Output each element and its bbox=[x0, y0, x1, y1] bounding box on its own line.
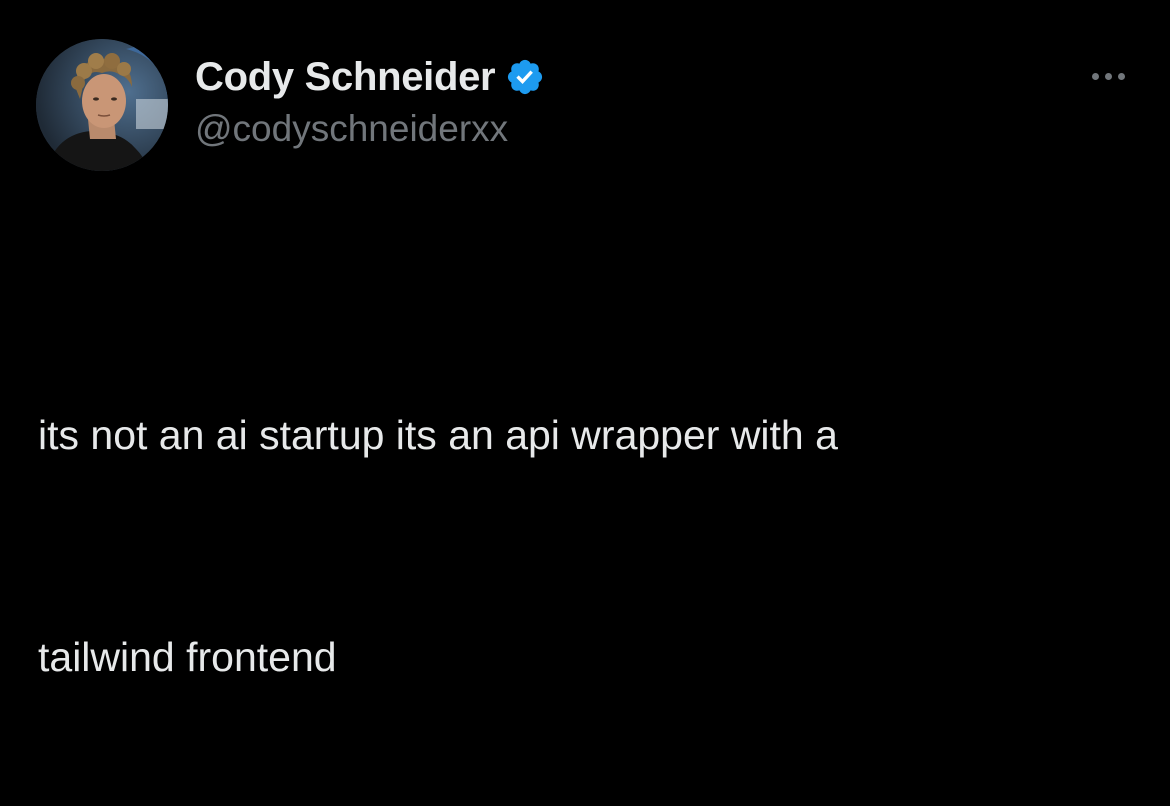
tweet-text-line: its not an ai startup its an api wrapper… bbox=[38, 412, 838, 458]
author-handle[interactable]: @codyschneiderxx bbox=[195, 108, 508, 150]
tweet-text: its not an ai startup its an api wrapper… bbox=[38, 250, 1128, 806]
more-horizontal-icon bbox=[1091, 72, 1125, 80]
tweet-card: Cody Schneider @codyschneiderxx its not … bbox=[0, 0, 1170, 680]
verified-badge-icon[interactable] bbox=[505, 57, 545, 97]
avatar-photo-icon bbox=[36, 39, 168, 171]
author-display-name[interactable]: Cody Schneider bbox=[195, 55, 496, 100]
avatar[interactable] bbox=[36, 39, 168, 171]
author-name-row: Cody Schneider bbox=[195, 52, 545, 102]
tweet-text-line: tailwind frontend bbox=[38, 634, 337, 680]
more-options-button[interactable] bbox=[1082, 58, 1134, 94]
